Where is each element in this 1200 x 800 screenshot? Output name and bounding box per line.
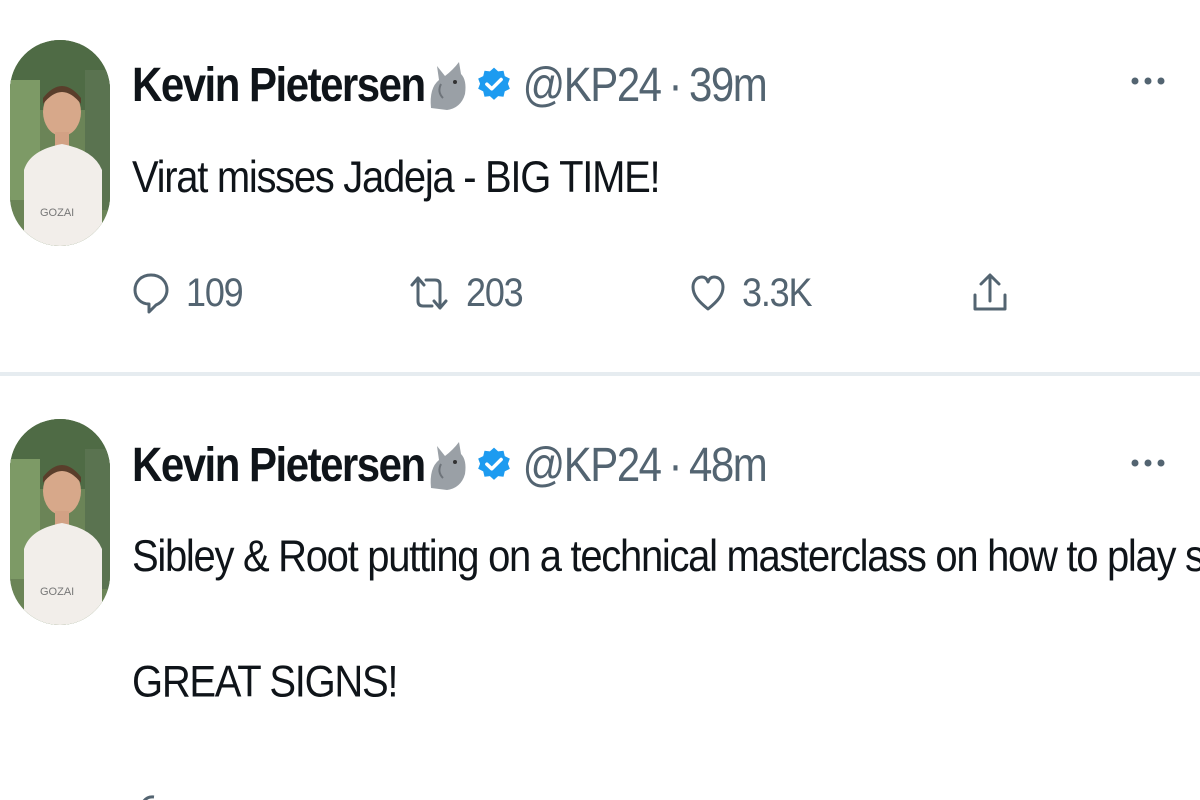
more-options-icon[interactable]	[1130, 455, 1166, 467]
svg-text:GOZAI: GOZAI	[40, 586, 74, 598]
tweet-timestamp[interactable]: 39m	[689, 57, 768, 112]
rhino-icon	[427, 438, 469, 492]
like-button[interactable]: 3.3K	[690, 258, 812, 328]
tweet[interactable]: GOZAI Kevin Pietersen @KP24 · 48m Sibley…	[0, 377, 1200, 800]
retweet-button[interactable]: 203	[408, 258, 524, 328]
rhino-icon	[427, 58, 469, 112]
reply-button[interactable]: 109	[132, 258, 244, 328]
retweet-count: 203	[466, 269, 524, 315]
tweet-divider	[0, 372, 1200, 376]
separator-dot: ·	[668, 437, 683, 492]
svg-text:GOZAI: GOZAI	[40, 207, 74, 219]
retweet-icon	[408, 273, 450, 313]
tweet-header: Kevin Pietersen @KP24 · 48m	[132, 435, 768, 495]
verified-badge-icon	[475, 446, 513, 484]
share-icon	[970, 271, 1010, 315]
separator-dot: ·	[668, 57, 683, 112]
reply-icon	[132, 271, 170, 315]
verified-badge-icon	[475, 66, 513, 104]
author-handle[interactable]: @KP24	[523, 437, 662, 492]
tweet[interactable]: GOZAI Kevin Pietersen @KP24 · 39m Virat …	[0, 0, 1200, 373]
tweet-text: Sibley & Root putting on a technical mas…	[132, 531, 1200, 707]
like-count: 3.3K	[742, 269, 812, 315]
avatar[interactable]: GOZAI	[10, 40, 110, 246]
avatar[interactable]: GOZAI	[10, 419, 110, 625]
heart-icon	[690, 273, 726, 313]
tweet-feed: GOZAI Kevin Pietersen @KP24 · 39m Virat …	[0, 0, 1200, 800]
tweet-timestamp[interactable]: 48m	[689, 437, 768, 492]
tweet-text: Virat misses Jadeja - BIG TIME!	[132, 152, 661, 202]
tweet-actions: 109 203 3.3K	[0, 258, 1200, 328]
author-name[interactable]: Kevin Pietersen	[132, 437, 426, 492]
author-handle[interactable]: @KP24	[523, 57, 662, 112]
reply-count: 109	[186, 269, 244, 315]
share-button[interactable]	[970, 258, 1010, 328]
tweet-header: Kevin Pietersen @KP24 · 39m	[132, 55, 768, 115]
author-name[interactable]: Kevin Pietersen	[132, 57, 426, 112]
more-options-icon[interactable]	[1130, 73, 1166, 85]
reply-icon[interactable]	[140, 791, 160, 800]
